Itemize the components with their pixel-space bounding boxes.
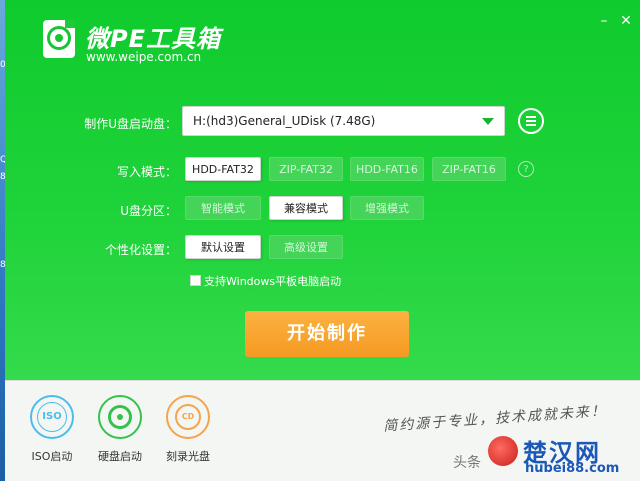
iso-disc-icon: ISO: [30, 395, 74, 439]
tablet-boot-checkbox[interactable]: [190, 275, 201, 286]
personalize-default[interactable]: 默认设置: [185, 235, 261, 259]
burn-cd-button[interactable]: CD 刻录光盘: [160, 395, 216, 464]
menu-button[interactable]: [518, 108, 544, 134]
start-button[interactable]: 开始制作: [245, 311, 409, 357]
app-url: www.weipe.com.cn: [86, 50, 202, 64]
personalize-advanced[interactable]: 高级设置: [269, 235, 343, 259]
write-mode-zip-fat16[interactable]: ZIP-FAT16: [432, 157, 506, 181]
boot-disk-label: 制作U盘启动盘：: [84, 117, 177, 131]
help-icon[interactable]: ?: [518, 161, 534, 177]
weipe-window: 微PE工具箱 www.weipe.com.cn – ✕ 制作U盘启动盘： H:(…: [5, 0, 640, 481]
iso-boot-label: ISO启动: [31, 450, 73, 463]
partition-enhanced[interactable]: 增强模式: [350, 196, 424, 220]
partition-smart[interactable]: 智能模式: [185, 196, 261, 220]
close-button[interactable]: ✕: [617, 12, 635, 30]
tablet-boot-label: 支持Windows平板电脑启动: [204, 275, 342, 288]
minimize-button[interactable]: –: [595, 12, 613, 30]
app-title: 微PE工具箱: [85, 25, 221, 53]
watermark-source: 头条: [453, 455, 481, 471]
boot-disk-select[interactable]: H:(hd3)General_UDisk (7.48G): [182, 106, 505, 136]
watermark-logo-icon: [488, 436, 518, 466]
write-mode-label: 写入模式：: [116, 165, 177, 179]
watermark-url: hubei88.com: [525, 461, 620, 476]
hard-disk-boot-button[interactable]: 硬盘启动: [92, 395, 148, 464]
hard-disk-icon: [98, 395, 142, 439]
partition-label: U盘分区：: [120, 204, 177, 218]
write-mode-zip-fat32[interactable]: ZIP-FAT32: [269, 157, 343, 181]
chevron-down-icon: [482, 118, 494, 125]
iso-boot-button[interactable]: ISO ISO启动: [24, 395, 80, 464]
personalize-label: 个性化设置：: [104, 243, 177, 257]
write-mode-hdd-fat16[interactable]: HDD-FAT16: [350, 157, 424, 181]
hard-disk-boot-label: 硬盘启动: [98, 450, 142, 463]
partition-compatible[interactable]: 兼容模式: [269, 196, 343, 220]
burn-cd-icon: CD: [166, 395, 210, 439]
disk-logo-icon: [43, 20, 75, 58]
write-mode-hdd-fat32[interactable]: HDD-FAT32: [185, 157, 261, 181]
burn-cd-label: 刻录光盘: [166, 450, 210, 463]
menu-icon: [526, 116, 536, 118]
boot-disk-value: H:(hd3)General_UDisk (7.48G): [193, 114, 376, 128]
